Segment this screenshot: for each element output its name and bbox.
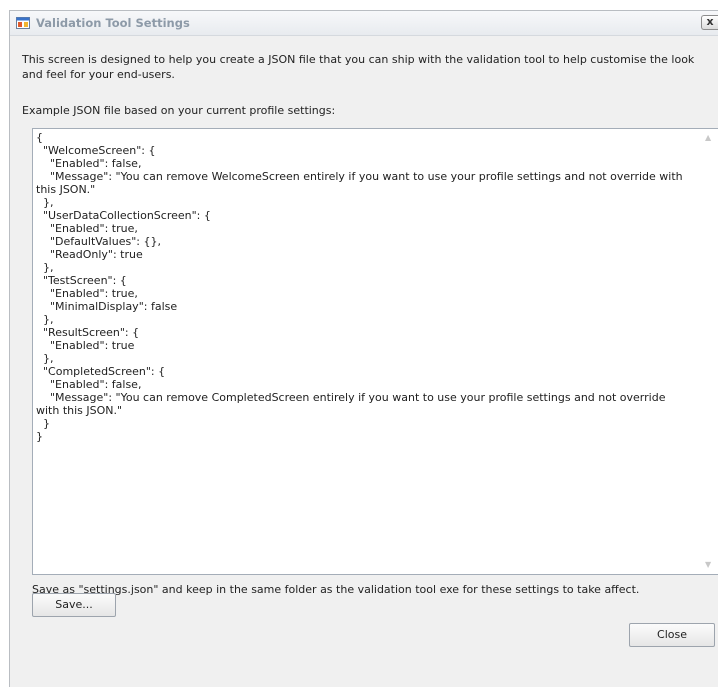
close-icon: x bbox=[706, 15, 714, 28]
app-window-icon bbox=[16, 17, 30, 29]
close-button[interactable]: Close bbox=[629, 623, 715, 647]
settings-dialog: Validation Tool Settings x This screen i… bbox=[9, 10, 718, 687]
scroll-up-arrow-icon[interactable]: ▲ bbox=[705, 134, 711, 142]
save-instructions: Save as "settings.json" and keep in the … bbox=[32, 583, 640, 596]
window-title: Validation Tool Settings bbox=[36, 16, 190, 30]
save-button[interactable]: Save... bbox=[32, 593, 116, 617]
json-preview-content: { "WelcomeScreen": { "Enabled": false, "… bbox=[36, 131, 683, 443]
json-preview-textbox[interactable]: { "WelcomeScreen": { "Enabled": false, "… bbox=[32, 128, 718, 575]
example-json-label: Example JSON file based on your current … bbox=[22, 104, 336, 117]
title-bar[interactable]: Validation Tool Settings x bbox=[10, 11, 718, 36]
intro-description: This screen is designed to help you crea… bbox=[22, 53, 695, 81]
scroll-down-arrow-icon[interactable]: ▼ bbox=[705, 561, 711, 569]
json-scrollbar[interactable]: ▲ ▼ bbox=[701, 129, 718, 574]
window-close-button[interactable]: x bbox=[701, 15, 718, 30]
